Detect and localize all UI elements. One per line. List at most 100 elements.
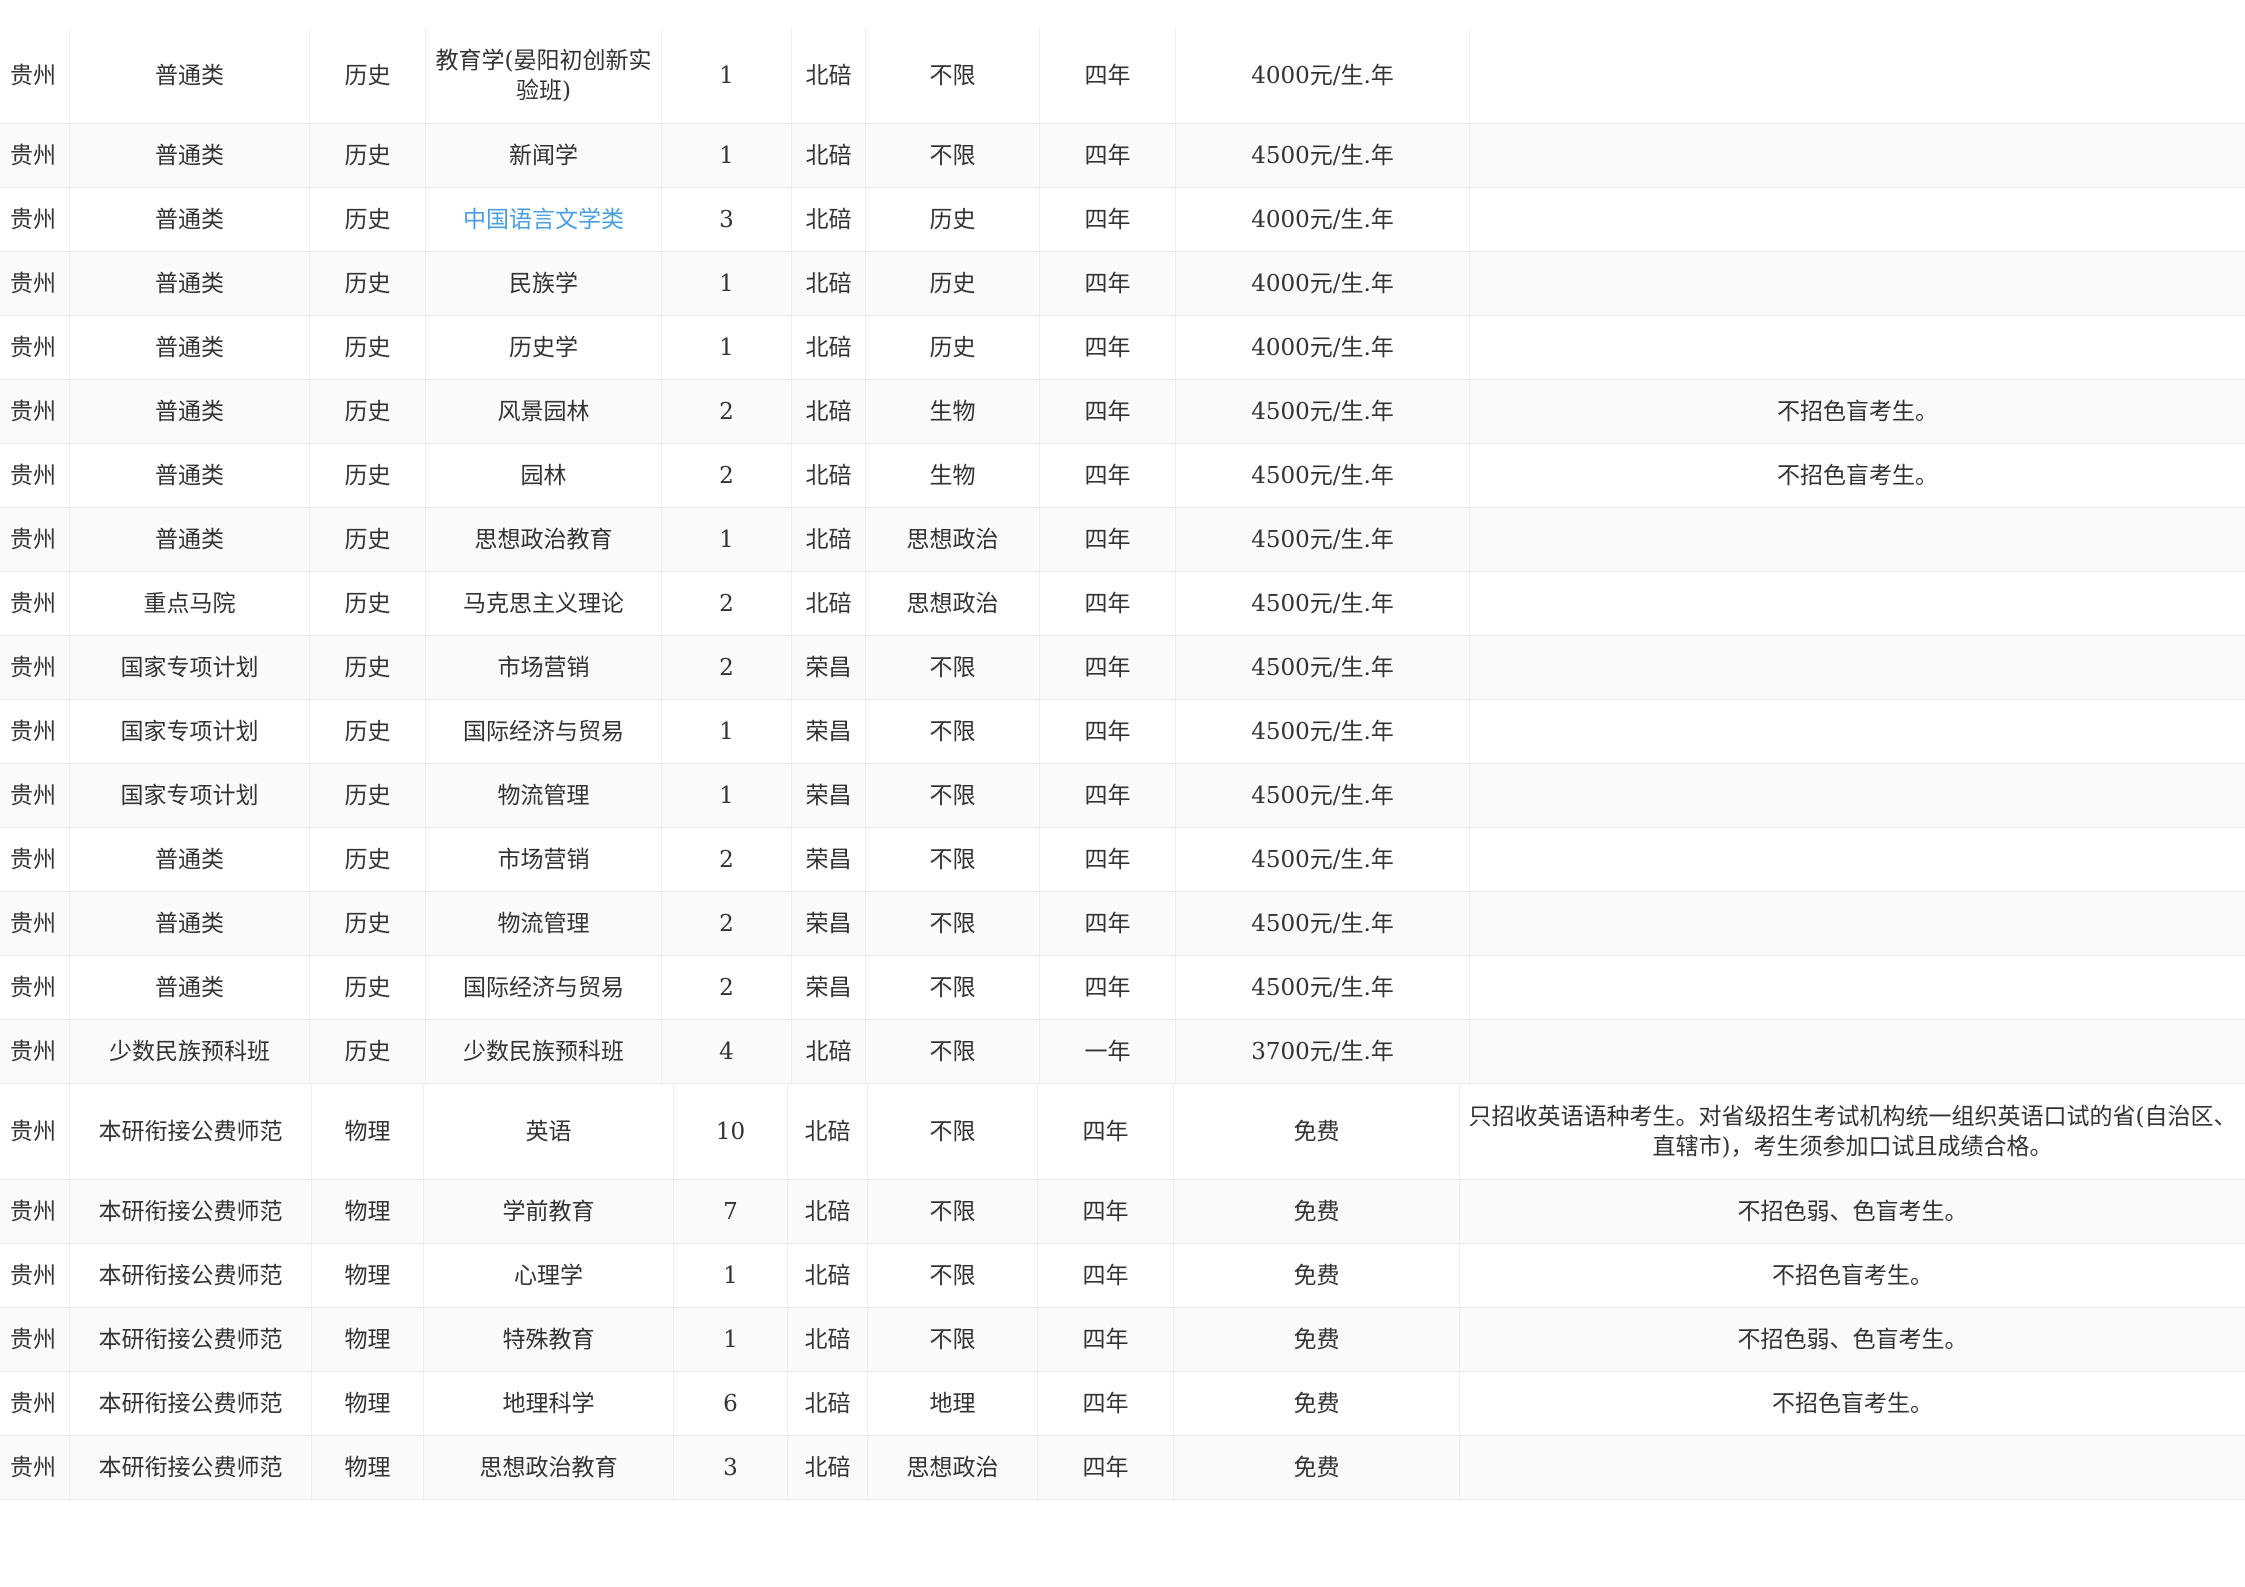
plan-count-text: 1	[723, 1326, 738, 1353]
table-row: 贵州 普通类 历史 思想政治教育 1 北碚 思想政治 四年 4500元/生.年	[0, 508, 2245, 572]
province-cell: 贵州	[0, 316, 70, 379]
remarks-cell	[1470, 956, 2245, 1019]
campus-text: 北碚	[805, 206, 852, 233]
duration-text: 四年	[1084, 62, 1131, 89]
admission-type-cell: 重点马院	[70, 572, 310, 635]
major-cell: 市场营销	[426, 828, 662, 891]
admission-type-text: 重点马院	[143, 590, 236, 617]
remarks-text: 不招色盲考生。	[1777, 398, 1938, 425]
campus-cell: 北碚	[788, 1244, 868, 1307]
subject-requirement-text: 不限	[929, 782, 976, 809]
duration-cell: 四年	[1040, 636, 1176, 699]
subject-cell: 历史	[310, 28, 426, 123]
subject-requirement-cell: 历史	[866, 188, 1040, 251]
province-cell: 贵州	[0, 764, 70, 827]
province-cell: 贵州	[0, 636, 70, 699]
campus-cell: 荣昌	[792, 892, 866, 955]
major-cell: 心理学	[424, 1244, 674, 1307]
plan-count-text: 3	[723, 1454, 738, 1481]
admission-type-text: 本研衔接公费师范	[98, 1198, 283, 1225]
subject-requirement-cell: 不限	[868, 1308, 1038, 1371]
admission-type-cell: 国家专项计划	[70, 700, 310, 763]
campus-cell: 北碚	[792, 380, 866, 443]
plan-count-text: 1	[719, 526, 734, 553]
duration-text: 四年	[1084, 270, 1131, 297]
subject-text: 历史	[344, 910, 391, 937]
admission-type-text: 普通类	[155, 846, 224, 873]
table-row: 贵州 普通类 历史 教育学(晏阳初创新实验班) 1 北碚 不限 四年 4000元/生.年	[0, 28, 2245, 124]
table-row: 贵州 本研衔接公费师范 物理 特殊教育 1 北碚 不限 四年 免费 不招色弱、色盲考生。	[0, 1308, 2245, 1372]
admission-type-text: 国家专项计划	[120, 654, 259, 681]
remarks-cell	[1470, 508, 2245, 571]
campus-cell: 北碚	[788, 1372, 868, 1435]
campus-cell: 北碚	[792, 188, 866, 251]
campus-text: 荣昌	[805, 910, 852, 937]
duration-cell: 四年	[1040, 572, 1176, 635]
remarks-cell	[1470, 828, 2245, 891]
province-cell: 贵州	[0, 1180, 70, 1243]
campus-text: 北碚	[804, 1390, 851, 1417]
plan-count-cell: 1	[662, 252, 792, 315]
campus-cell: 北碚	[792, 316, 866, 379]
subject-text: 物理	[344, 1118, 391, 1145]
tuition-text: 免费	[1293, 1262, 1340, 1289]
tuition-cell: 4500元/生.年	[1176, 764, 1470, 827]
major-cell: 新闻学	[426, 124, 662, 187]
subject-text: 历史	[344, 526, 391, 553]
campus-text: 北碚	[804, 1326, 851, 1353]
major-cell: 国际经济与贸易	[426, 956, 662, 1019]
province-text: 贵州	[10, 270, 56, 297]
table-row: 贵州 国家专项计划 历史 国际经济与贸易 1 荣昌 不限 四年 4500元/生.年	[0, 700, 2245, 764]
duration-cell: 四年	[1038, 1244, 1174, 1307]
major-cell[interactable]: 中国语言文学类	[426, 188, 662, 251]
major-text: 新闻学	[509, 142, 578, 169]
duration-cell: 四年	[1040, 188, 1176, 251]
major-text: 园林	[520, 462, 567, 489]
tuition-text: 4500元/生.年	[1251, 590, 1394, 617]
campus-text: 荣昌	[805, 654, 852, 681]
campus-text: 北碚	[805, 334, 852, 361]
subject-cell: 历史	[310, 508, 426, 571]
duration-text: 四年	[1084, 910, 1131, 937]
plan-count-cell: 7	[674, 1180, 788, 1243]
plan-count-cell: 1	[662, 700, 792, 763]
plan-count-cell: 2	[662, 892, 792, 955]
remarks-text: 不招色弱、色盲考生。	[1737, 1326, 1968, 1353]
tuition-cell: 免费	[1174, 1372, 1460, 1435]
tuition-text: 4500元/生.年	[1251, 654, 1394, 681]
subject-text: 物理	[344, 1390, 391, 1417]
province-cell: 贵州	[0, 28, 70, 123]
major-cell: 英语	[424, 1084, 674, 1179]
tuition-text: 免费	[1293, 1198, 1340, 1225]
tuition-text: 4000元/生.年	[1251, 270, 1394, 297]
major-link[interactable]: 中国语言文学类	[463, 205, 624, 235]
tuition-cell: 4500元/生.年	[1176, 572, 1470, 635]
subject-requirement-cell: 不限	[866, 764, 1040, 827]
subject-requirement-text: 不限	[929, 1198, 976, 1225]
province-cell: 贵州	[0, 124, 70, 187]
subject-cell: 历史	[310, 316, 426, 379]
admission-type-text: 本研衔接公费师范	[98, 1390, 283, 1417]
province-text: 贵州	[10, 398, 56, 425]
subject-requirement-cell: 不限	[866, 636, 1040, 699]
duration-text: 四年	[1082, 1198, 1129, 1225]
remarks-cell	[1470, 316, 2245, 379]
tuition-text: 4500元/生.年	[1251, 974, 1394, 1001]
plan-count-cell: 6	[674, 1372, 788, 1435]
province-cell: 贵州	[0, 828, 70, 891]
major-cell: 国际经济与贸易	[426, 700, 662, 763]
province-text: 贵州	[10, 526, 56, 553]
campus-text: 北碚	[804, 1262, 851, 1289]
tuition-cell: 4500元/生.年	[1176, 380, 1470, 443]
duration-cell: 四年	[1040, 828, 1176, 891]
subject-requirement-text: 思想政治	[906, 526, 999, 553]
major-text: 马克思主义理论	[463, 590, 624, 617]
plan-count-text: 2	[719, 910, 734, 937]
subject-text: 历史	[344, 142, 391, 169]
province-text: 贵州	[10, 206, 56, 233]
subject-requirement-cell: 生物	[866, 380, 1040, 443]
major-text: 英语	[525, 1118, 572, 1145]
table-row: 贵州 重点马院 历史 马克思主义理论 2 北碚 思想政治 四年 4500元/生.年	[0, 572, 2245, 636]
campus-cell: 北碚	[792, 28, 866, 123]
major-cell: 民族学	[426, 252, 662, 315]
